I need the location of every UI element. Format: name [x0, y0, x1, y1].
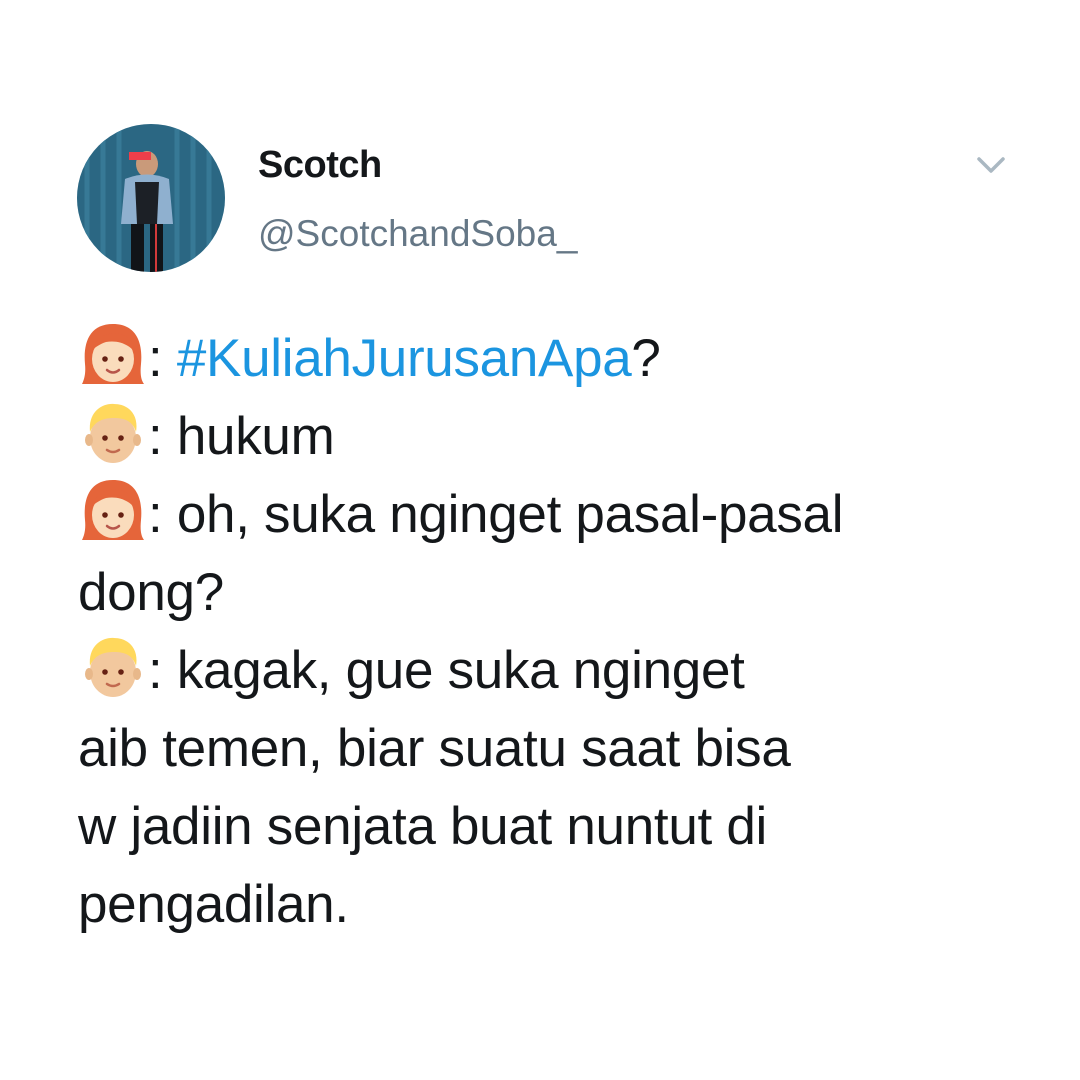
tweet-line: : hukum [78, 398, 978, 476]
speaker-separator: : [148, 329, 177, 388]
reply-text-continued: pengadilan. [78, 875, 349, 934]
author-handle[interactable]: @ScotchandSoba_ [258, 213, 577, 255]
tweet-line: : #KuliahJurusanApa? [78, 320, 978, 398]
reply-text: : kagak, gue suka nginget [148, 641, 745, 700]
man-blond-emoji-icon [78, 632, 148, 702]
reply-text-continued: aib temen, biar suatu saat bisa [78, 719, 791, 778]
tweet-card: Scotch @ScotchandSoba_ : #KuliahJurusanA… [0, 0, 1080, 1080]
tweet-text: : #KuliahJurusanApa? : hukum: oh, suka … [78, 320, 978, 944]
hashtag-link[interactable]: #KuliahJurusanApa [177, 329, 632, 388]
tweet-line: : oh, suka nginget pasal-pasal [78, 476, 978, 554]
author-avatar[interactable] [77, 124, 225, 272]
tweet-line: : kagak, gue suka nginget [78, 632, 978, 710]
woman-red-hair-emoji-icon [78, 320, 148, 390]
author-display-name[interactable]: Scotch [258, 144, 382, 187]
question-text-continued: dong? [78, 563, 224, 622]
reply-text-continued: w jadiin senjata buat nuntut di [78, 797, 768, 856]
question-text: : oh, suka nginget pasal-pasal [148, 485, 844, 544]
tweet-line: pengadilan. [78, 866, 978, 944]
chevron-down-icon[interactable] [973, 150, 1009, 180]
tweet-line: dong? [78, 554, 978, 632]
tweet-line: w jadiin senjata buat nuntut di [78, 788, 978, 866]
question-mark-text: ? [631, 329, 661, 388]
tweet-line: aib temen, biar suatu saat bisa [78, 710, 978, 788]
man-blond-emoji-icon [78, 398, 148, 468]
reply-text: : hukum [148, 407, 335, 466]
woman-red-hair-emoji-icon [78, 476, 148, 546]
